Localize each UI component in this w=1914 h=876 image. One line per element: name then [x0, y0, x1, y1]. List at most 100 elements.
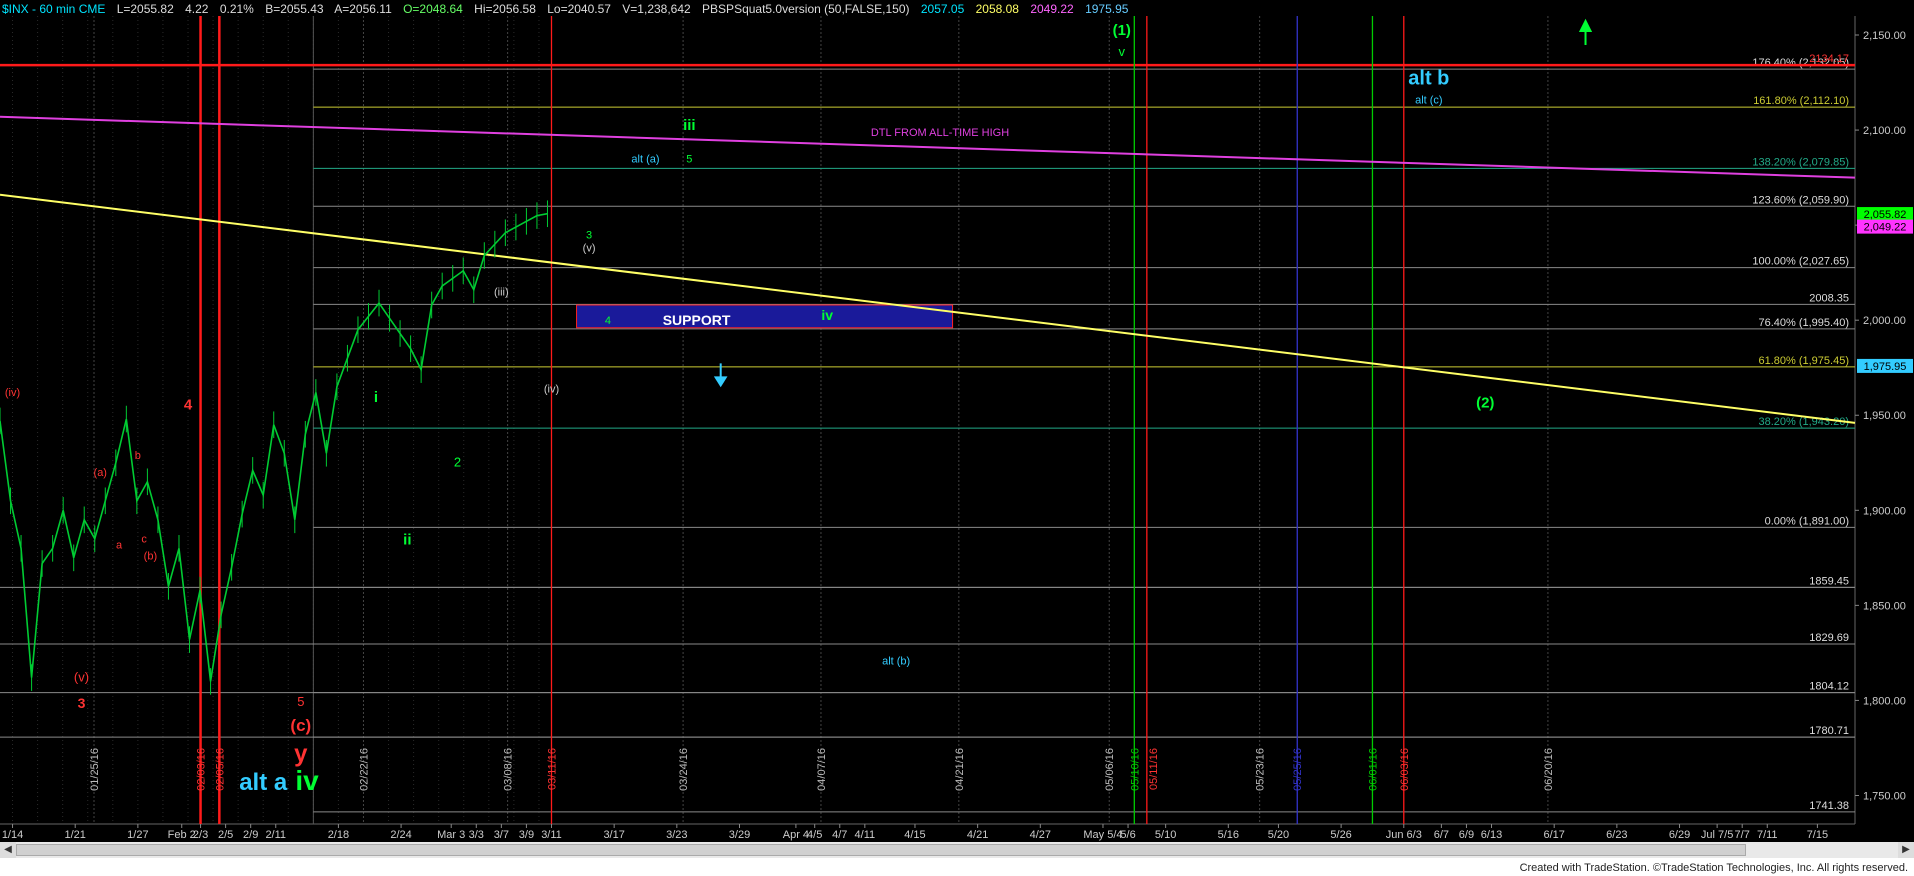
- last-price: L=2055.82: [116, 2, 174, 16]
- x-tick-label: 5/26: [1330, 829, 1351, 841]
- x-tick-label: Apr 4: [783, 829, 809, 841]
- x-tick-label: 2/11: [265, 829, 286, 841]
- x-tick-label: 4/11: [855, 829, 876, 841]
- x-tick-label: 3/29: [729, 829, 750, 841]
- wave-label: (b): [144, 551, 157, 563]
- wave-label: ii: [403, 532, 411, 549]
- scroll-thumb[interactable]: [16, 844, 1746, 856]
- wave-label: alt a: [239, 769, 288, 796]
- x-tick-label: 4/21: [967, 829, 988, 841]
- date-label: 05/11/16: [1148, 748, 1160, 790]
- wave-label: v: [1119, 44, 1126, 59]
- fib-level-label: 100.00% (2,027.65): [1752, 256, 1849, 268]
- low-value: Lo=2040.57: [547, 2, 611, 16]
- fib-level-label: 1829.69: [1809, 632, 1849, 644]
- wave-label: (c): [290, 716, 311, 735]
- x-tick-label: 5/16: [1218, 829, 1239, 841]
- y-tick-label: 1,900.00: [1863, 505, 1906, 517]
- x-tick-label: Jun 6/3: [1386, 829, 1422, 841]
- y-tick-label: 2,000.00: [1863, 315, 1906, 327]
- volume-value: V=1,238,642: [622, 2, 691, 16]
- x-tick-label: 5/10: [1155, 829, 1176, 841]
- scroll-right-icon[interactable]: ▶: [1898, 842, 1914, 858]
- x-tick-label: 5/6: [1120, 829, 1135, 841]
- x-tick-label: 1/21: [64, 829, 85, 841]
- fib-level-label: 61.80% (1,975.45): [1758, 355, 1849, 367]
- wave-label: 2: [454, 455, 461, 470]
- x-tick-label: 5/20: [1268, 829, 1289, 841]
- y-tick-label: 1,800.00: [1863, 695, 1906, 707]
- chart-canvas: 176.40% (2,132.05)161.80% (2,112.10)138.…: [0, 0, 1914, 842]
- x-tick-label: 3/17: [603, 829, 624, 841]
- date-label: 02/03/16: [196, 748, 208, 791]
- x-tick-label: 4/7: [832, 829, 847, 841]
- fib-level-label: 138.20% (2,079.85): [1752, 156, 1849, 168]
- price-tag-label: 2,055.82: [1864, 209, 1907, 221]
- wave-label: alt b: [1408, 67, 1449, 89]
- date-label: 05/23/16: [1255, 748, 1267, 791]
- support-label: SUPPORT: [663, 312, 731, 328]
- fib-level-label: 0.00% (1,891.00): [1765, 515, 1849, 527]
- wave-label: (iv): [544, 383, 559, 395]
- fib-level-label: 1741.38: [1809, 800, 1849, 812]
- date-label: 06/20/16: [1543, 748, 1555, 791]
- x-tick-label: Mar 3: [437, 829, 465, 841]
- wave-label: iv: [821, 307, 833, 323]
- y-tick-label: 1,850.00: [1863, 600, 1906, 612]
- scroll-left-icon[interactable]: ◀: [0, 842, 16, 858]
- x-tick-label: 7/11: [1757, 829, 1778, 841]
- x-tick-label: 3/7: [494, 829, 509, 841]
- fib-level-label: 123.60% (2,059.90): [1752, 194, 1849, 206]
- wave-label: (v): [74, 669, 89, 684]
- x-tick-label: 6/17: [1543, 829, 1564, 841]
- x-tick-label: 4/5: [807, 829, 822, 841]
- date-label: 03/11/16: [546, 748, 558, 790]
- ask-value: A=2056.11: [334, 2, 392, 16]
- horizontal-scrollbar[interactable]: ◀ ▶: [0, 842, 1914, 858]
- x-tick-label: 6/23: [1606, 829, 1627, 841]
- x-tick-label: Feb 2: [168, 829, 196, 841]
- price-tag-label: 1,975.95: [1864, 361, 1907, 373]
- date-label: 05/06/16: [1104, 748, 1116, 791]
- y-tick-label: 1,750.00: [1863, 790, 1906, 802]
- y-tick-label: 1,950.00: [1863, 410, 1906, 422]
- x-tick-label: 3/11: [541, 829, 562, 841]
- wave-label: (a): [94, 467, 107, 479]
- wave-label: y: [294, 740, 308, 767]
- high-value: Hi=2056.58: [474, 2, 536, 16]
- date-label: 03/08/16: [503, 748, 515, 791]
- x-tick-label: 2/9: [243, 829, 258, 841]
- wave-label: DTL FROM ALL-TIME HIGH: [871, 127, 1009, 139]
- red-level-label: 2134.17: [1809, 53, 1849, 65]
- x-tick-label: 4/27: [1030, 829, 1051, 841]
- date-label: 03/24/16: [678, 748, 690, 791]
- study-value-3: 2049.22: [1030, 2, 1074, 16]
- wave-label: c: [141, 534, 147, 546]
- wave-label: iv: [295, 765, 319, 796]
- date-label: 04/21/16: [954, 748, 966, 791]
- date-label: 04/07/16: [816, 748, 828, 791]
- fib-level-label: 161.80% (2,112.10): [1753, 95, 1849, 107]
- change-value: 4.22: [185, 2, 209, 16]
- wave-label: 5: [297, 694, 304, 709]
- x-tick-label: 3/9: [519, 829, 534, 841]
- wave-label: 3: [78, 695, 86, 711]
- date-label: 06/03/16: [1399, 748, 1411, 791]
- x-tick-label: 6/9: [1459, 829, 1474, 841]
- wave-label: 4: [605, 315, 611, 327]
- date-label: 05/25/16: [1292, 748, 1304, 791]
- wave-label: iii: [683, 117, 696, 134]
- study-value-2: 2058.08: [975, 2, 1019, 16]
- x-tick-label: 4/15: [904, 829, 925, 841]
- wave-label: (iii): [494, 286, 509, 298]
- x-tick-label: 7/15: [1807, 829, 1828, 841]
- wave-label: (iv): [5, 387, 20, 399]
- chart-window: { "header": { "symbol": "$INX - 60 min C…: [0, 0, 1914, 876]
- wave-label: b: [135, 450, 141, 462]
- fib-level-label: 1780.71: [1809, 725, 1849, 737]
- fib-level-label: 76.40% (1,995.40): [1758, 317, 1849, 329]
- x-tick-label: 6/7: [1434, 829, 1449, 841]
- date-label: 01/25/16: [89, 748, 101, 791]
- date-label: 02/22/16: [358, 748, 370, 791]
- wave-label: alt (b): [882, 655, 910, 667]
